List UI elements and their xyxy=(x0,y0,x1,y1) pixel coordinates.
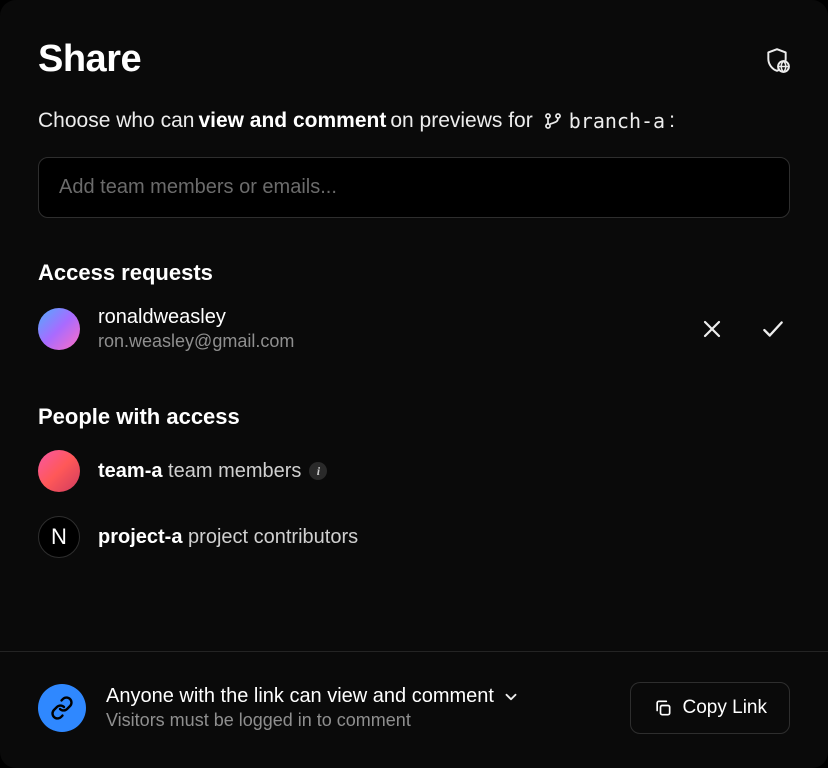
entity-name: project-a xyxy=(98,526,182,548)
modal-title: Share xyxy=(38,38,141,81)
entity-name: team-a xyxy=(98,460,162,482)
visibility-subtitle: Visitors must be logged in to comment xyxy=(106,710,610,731)
entity-suffix: project contributors xyxy=(188,526,358,548)
desc-suffix: on previews for xyxy=(390,109,532,133)
decline-button[interactable] xyxy=(696,313,728,345)
info-icon[interactable]: i xyxy=(309,462,327,480)
access-label: team-a team members i xyxy=(98,460,327,483)
visibility-info[interactable]: Anyone with the link can view and commen… xyxy=(106,685,610,731)
modal-header: Share xyxy=(0,0,828,109)
avatar xyxy=(38,450,80,492)
access-row-team: team-a team members i xyxy=(38,450,790,492)
share-modal: Share Choose who can view and comment on… xyxy=(0,0,828,768)
desc-trailing: : xyxy=(669,109,675,133)
link-icon xyxy=(38,684,86,732)
access-label: project-a project contributors xyxy=(98,526,358,549)
desc-emphasis: view and comment xyxy=(198,109,386,133)
visibility-title-row: Anyone with the link can view and commen… xyxy=(106,685,610,708)
desc-prefix: Choose who can xyxy=(38,109,194,133)
access-request-row: ronaldweasley ron.weasley@gmail.com xyxy=(38,306,790,352)
modal-footer: Anyone with the link can view and commen… xyxy=(0,652,828,768)
branch-icon xyxy=(543,111,563,131)
add-members-input[interactable] xyxy=(38,157,790,218)
access-row-project: N project-a project contributors xyxy=(38,516,790,558)
access-requests-heading: Access requests xyxy=(38,260,790,286)
user-info: ronaldweasley ron.weasley@gmail.com xyxy=(98,306,678,352)
share-description: Choose who can view and comment on previ… xyxy=(38,109,790,133)
avatar xyxy=(38,308,80,350)
copy-link-label: Copy Link xyxy=(683,697,768,719)
modal-body: Choose who can view and comment on previ… xyxy=(0,109,828,635)
user-email: ron.weasley@gmail.com xyxy=(98,331,678,352)
shield-globe-icon[interactable] xyxy=(764,47,790,73)
chevron-down-icon xyxy=(502,688,520,706)
check-icon xyxy=(760,316,786,342)
entity-suffix: team members xyxy=(168,460,301,482)
copy-link-button[interactable]: Copy Link xyxy=(630,682,791,734)
close-icon xyxy=(700,317,724,341)
user-name: ronaldweasley xyxy=(98,306,678,329)
visibility-title: Anyone with the link can view and commen… xyxy=(106,685,494,708)
avatar: N xyxy=(38,516,80,558)
branch-name: branch-a xyxy=(569,109,665,133)
request-actions xyxy=(696,312,790,346)
people-with-access-heading: People with access xyxy=(38,404,790,430)
copy-icon xyxy=(653,698,673,718)
approve-button[interactable] xyxy=(756,312,790,346)
